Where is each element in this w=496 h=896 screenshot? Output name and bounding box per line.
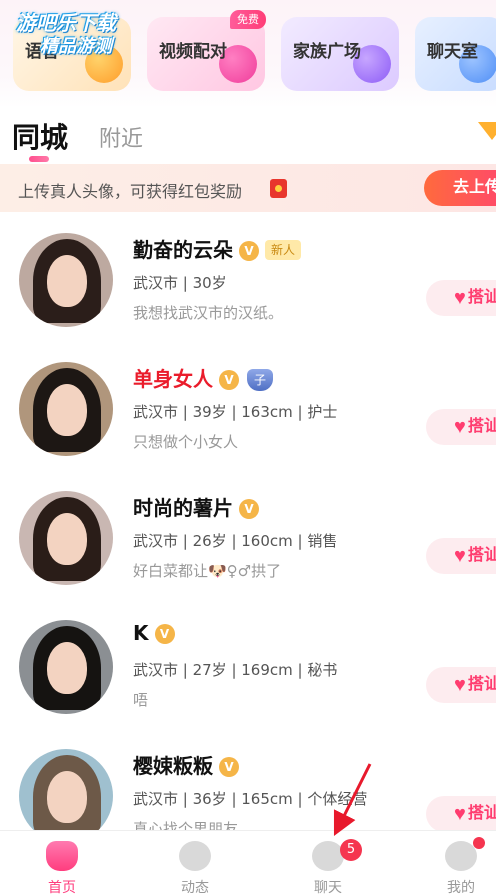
tab-nearby[interactable]: 附近 — [99, 121, 143, 153]
unread-badge: 5 — [340, 839, 362, 861]
user-name: 单身女人 — [133, 367, 213, 391]
upload-avatar-banner: 上传真人头像，可获得红包奖励 去上传 — [0, 164, 496, 212]
say-hello-button[interactable]: ♥ 搭讪 — [426, 409, 496, 445]
user-name-row: 樱娕粄粄 V — [133, 750, 239, 779]
free-badge: 免费 — [230, 10, 266, 29]
heart-icon: ♥ — [454, 287, 466, 309]
banner-text: 上传真人头像，可获得红包奖励 — [18, 182, 243, 201]
list-item[interactable]: 勤奋的云朵 V 新人 武汉市 | 30岁 我想找武汉市的汉纸。 ♥ 搭讪 — [0, 212, 496, 341]
verified-icon: V — [219, 757, 239, 777]
heart-icon: ♥ — [454, 545, 466, 567]
verified-icon: V — [219, 370, 239, 390]
filter-icon[interactable] — [478, 122, 496, 140]
video-match-card-label: 视频配对 — [159, 42, 227, 62]
app-screen: 语音 视频配对 免费 家族广场 聊天室 游吧乐下载 精品游测 同城 附近 上传真… — [0, 0, 496, 896]
say-hello-button[interactable]: ♥ 搭讪 — [426, 280, 496, 316]
say-hello-button[interactable]: ♥ 搭讪 — [426, 667, 496, 703]
tab-indicator — [29, 156, 49, 162]
red-packet-icon — [270, 179, 287, 198]
user-info: 武汉市 | 26岁 | 160cm | 销售 — [133, 532, 338, 550]
new-user-tag: 新人 — [265, 240, 302, 260]
family-square-card-label: 家族广场 — [293, 42, 361, 62]
upload-button[interactable]: 去上传 — [424, 170, 496, 206]
nav-dynamic-label: 动态 — [181, 880, 209, 896]
feature-cards: 语音 视频配对 免费 家族广场 聊天室 游吧乐下载 精品游测 — [0, 0, 496, 108]
nav-mine[interactable]: 我的 — [421, 831, 496, 896]
chat-bubble-icon — [312, 841, 344, 871]
user-info: 武汉市 | 36岁 | 165cm | 个体经营 — [133, 790, 368, 808]
user-name: 时尚的薯片 — [133, 496, 233, 520]
profile-icon — [445, 841, 477, 871]
nav-home-label: 首页 — [48, 880, 76, 896]
user-info: 武汉市 | 30岁 — [133, 274, 227, 292]
verified-icon: V — [239, 241, 259, 261]
user-bio: 唔 — [133, 691, 149, 709]
shield-badge-icon: 子 — [247, 369, 273, 391]
planet-icon — [179, 841, 211, 871]
tab-same-city[interactable]: 同城 — [12, 116, 68, 156]
user-list: 勤奋的云朵 V 新人 武汉市 | 30岁 我想找武汉市的汉纸。 ♥ 搭讪 单身女人 V 子… — [0, 212, 496, 830]
say-hello-button[interactable]: ♥ 搭讪 — [426, 796, 496, 830]
user-name-row: 勤奋的云朵 V 新人 — [133, 234, 302, 263]
nav-chat[interactable]: 5 聊天 — [288, 831, 368, 896]
user-name: 勤奋的云朵 — [133, 238, 233, 262]
avatar[interactable] — [19, 620, 113, 714]
chatroom-card[interactable]: 聊天室 — [415, 17, 496, 91]
list-item[interactable]: 单身女人 V 子 武汉市 | 39岁 | 163cm | 护士 只想做个小女人 ♥ 搭… — [0, 341, 496, 470]
watermark-line2: 精品游测 — [40, 36, 112, 57]
user-info: 武汉市 | 27岁 | 169cm | 秘书 — [133, 661, 338, 679]
verified-icon: V — [239, 499, 259, 519]
list-item[interactable]: KV 武汉市 | 27岁 | 169cm | 秘书 唔 ♥ 搭讪 — [0, 599, 496, 728]
user-info: 武汉市 | 39岁 | 163cm | 护士 — [133, 403, 338, 421]
user-name-row: 时尚的薯片 V — [133, 492, 259, 521]
avatar[interactable] — [19, 749, 113, 830]
say-hello-label: 搭讪 — [467, 418, 496, 435]
location-tabs: 同城 附近 — [0, 110, 496, 162]
avatar[interactable] — [19, 491, 113, 585]
user-name: 樱娕粄粄 — [133, 754, 213, 778]
bottom-nav: 首页 动态 5 聊天 我的 — [0, 830, 496, 896]
avatar[interactable] — [19, 233, 113, 327]
user-name-row: KV — [133, 621, 175, 645]
nav-chat-label: 聊天 — [314, 880, 342, 896]
user-bio: 真心找个男朋友 — [133, 820, 239, 830]
say-hello-button[interactable]: ♥ 搭讪 — [426, 538, 496, 574]
say-hello-label: 搭讪 — [467, 805, 496, 822]
verified-icon: V — [154, 624, 175, 644]
user-bio: 只想做个小女人 — [133, 433, 239, 451]
avatar[interactable] — [19, 362, 113, 456]
watermark: 游吧乐下载 精品游测 — [16, 12, 116, 58]
watermark-line1: 游吧乐下载 — [16, 11, 116, 35]
user-name-row: 单身女人 V 子 — [133, 363, 273, 392]
chatroom-card-label: 聊天室 — [427, 42, 478, 62]
home-icon — [46, 841, 78, 871]
heart-icon: ♥ — [454, 416, 466, 438]
nav-dynamic[interactable]: 动态 — [155, 831, 235, 896]
heart-icon: ♥ — [454, 674, 466, 696]
say-hello-label: 搭讪 — [467, 547, 496, 564]
user-name: K — [133, 621, 149, 645]
heart-icon: ♥ — [454, 803, 466, 825]
user-bio: 我想找武汉市的汉纸。 — [133, 304, 284, 322]
list-item[interactable]: 樱娕粄粄 V 武汉市 | 36岁 | 165cm | 个体经营 真心找个男朋友 ♥… — [0, 728, 496, 830]
notification-dot — [473, 837, 485, 849]
say-hello-label: 搭讪 — [467, 676, 496, 693]
list-item[interactable]: 时尚的薯片 V 武汉市 | 26岁 | 160cm | 销售 好白菜都让🐶♀♂拱了… — [0, 470, 496, 599]
say-hello-label: 搭讪 — [467, 289, 496, 306]
family-square-card[interactable]: 家族广场 — [281, 17, 399, 91]
nav-home[interactable]: 首页 — [22, 831, 102, 896]
nav-mine-label: 我的 — [447, 880, 475, 896]
user-bio: 好白菜都让🐶♀♂拱了 — [133, 562, 282, 580]
